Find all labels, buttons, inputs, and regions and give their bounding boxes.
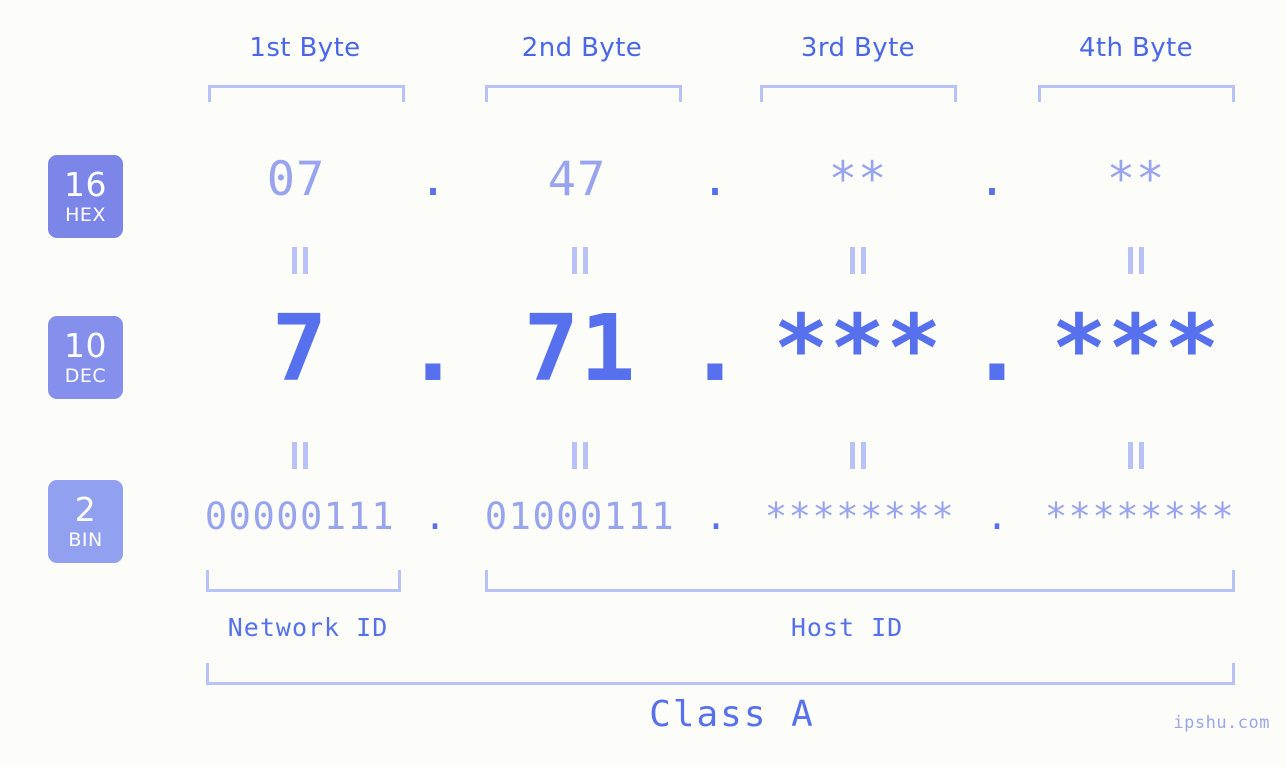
host-id-label: Host ID <box>790 613 904 642</box>
bin-byte-4: ******** <box>1044 495 1236 538</box>
host-id-bracket <box>485 570 1235 592</box>
equals-mark-dec-bin-2 <box>572 442 588 469</box>
base-badge-dec-name: DEC <box>64 365 107 387</box>
byte-bracket-3 <box>760 85 957 102</box>
dec-separator-3: . <box>969 295 1025 402</box>
hex-byte-1: 07 <box>266 152 326 207</box>
byte-header-label-3: 3rd Byte <box>800 33 916 63</box>
base-badge-hex: 16 HEX <box>48 155 123 238</box>
network-id-label: Network ID <box>227 613 389 642</box>
class-bracket <box>206 663 1235 685</box>
equals-mark-hex-dec-4 <box>1128 247 1144 274</box>
bin-byte-3: ******** <box>764 495 956 538</box>
base-badge-bin-name: BIN <box>68 529 103 551</box>
base-badge-bin-number: 2 <box>74 490 97 529</box>
hex-byte-2: 47 <box>547 152 607 207</box>
base-badge-dec: 10 DEC <box>48 316 123 399</box>
equals-mark-hex-dec-3 <box>850 247 866 274</box>
base-badge-dec-number: 10 <box>64 326 107 365</box>
hex-byte-4: ** <box>1106 152 1166 207</box>
dec-separator-2: . <box>687 295 743 402</box>
bin-byte-2: 01000111 <box>484 495 676 538</box>
equals-mark-dec-bin-3 <box>850 442 866 469</box>
network-id-bracket <box>206 570 401 592</box>
byte-bracket-1 <box>208 85 405 102</box>
site-watermark: ipshu.com <box>1173 713 1270 733</box>
dec-byte-2: 71 <box>523 295 637 402</box>
hex-separator-2: . <box>700 152 730 207</box>
base-badge-bin: 2 BIN <box>48 480 123 563</box>
ip-address-breakdown-diagram: 1st Byte 2nd Byte 3rd Byte 4th Byte 16 H… <box>0 0 1285 767</box>
byte-header-label-2: 2nd Byte <box>521 33 643 63</box>
equals-mark-hex-dec-1 <box>292 247 308 274</box>
equals-mark-dec-bin-1 <box>292 442 308 469</box>
class-label: Class A <box>649 694 815 735</box>
dec-separator-1: . <box>405 295 461 402</box>
dec-byte-3: *** <box>773 295 943 402</box>
bin-byte-1: 00000111 <box>204 495 396 538</box>
hex-separator-3: . <box>977 152 1007 207</box>
dec-byte-1: 7 <box>271 295 329 402</box>
base-badge-hex-name: HEX <box>65 204 106 226</box>
byte-header-label-1: 1st Byte <box>249 33 361 63</box>
base-badge-hex-number: 16 <box>64 165 107 204</box>
bin-separator-3: . <box>985 495 1009 538</box>
byte-header-label-4: 4th Byte <box>1078 33 1194 63</box>
bin-separator-2: . <box>704 495 728 538</box>
equals-mark-dec-bin-4 <box>1128 442 1144 469</box>
equals-mark-hex-dec-2 <box>572 247 588 274</box>
byte-bracket-4 <box>1038 85 1235 102</box>
hex-separator-1: . <box>418 152 448 207</box>
hex-byte-3: ** <box>828 152 888 207</box>
bin-separator-1: . <box>423 495 447 538</box>
byte-bracket-2 <box>485 85 682 102</box>
dec-byte-4: *** <box>1051 295 1221 402</box>
